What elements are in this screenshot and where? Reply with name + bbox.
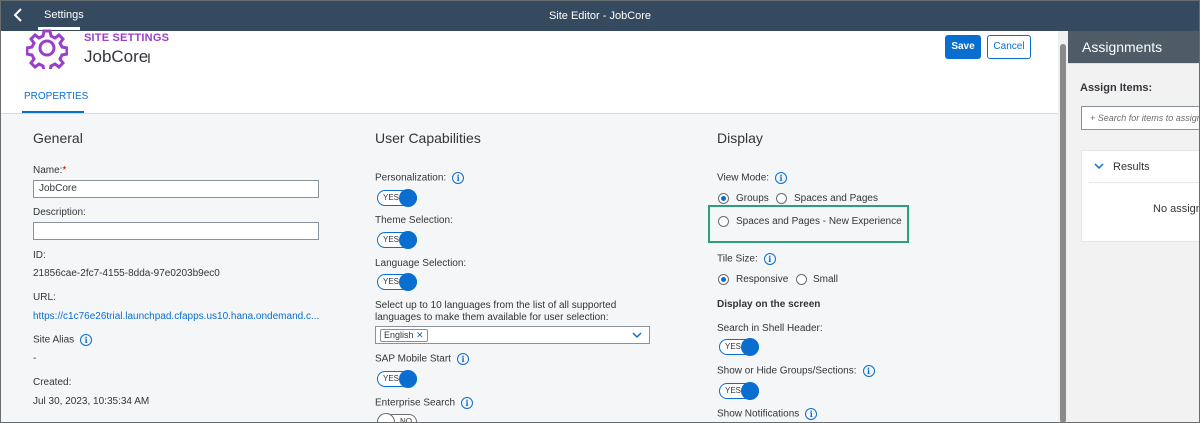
screenshot-frame [0,0,1200,423]
